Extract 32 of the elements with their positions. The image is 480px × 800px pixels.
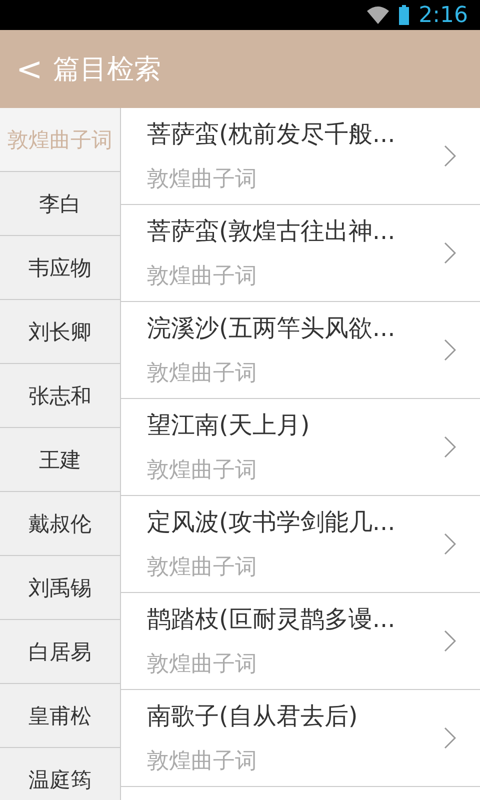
chevron-icon <box>444 630 456 652</box>
chevron-icon <box>444 533 456 555</box>
poem-row[interactable]: 定风波(攻书学剑能几... 敦煌曲子词 <box>121 496 480 593</box>
poem-row[interactable]: 望江南(天上月) 敦煌曲子词 <box>121 399 480 496</box>
wifi-icon <box>366 6 389 24</box>
chevron-icon <box>444 145 456 167</box>
chevron-icon <box>444 727 456 749</box>
poem-row[interactable]: 浣溪沙(五两竿头风欲... 敦煌曲子词 <box>121 302 480 399</box>
chevron-icon <box>444 242 456 264</box>
poem-title: 浣溪沙(五两竿头风欲... <box>147 313 396 344</box>
poem-title: 望江南(天上月) <box>147 410 311 441</box>
poem-title: 菩萨蛮(敦煌古往出神... <box>147 216 396 247</box>
chevron-icon <box>444 436 456 458</box>
poem-author: 敦煌曲子词 <box>147 651 258 679</box>
poem-title: 南歌子(自从君去后) <box>147 701 359 732</box>
poem-author: 敦煌曲子词 <box>147 748 258 776</box>
poem-title: 鹊踏枝(叵耐灵鹊多谩... <box>147 604 396 635</box>
poem-author: 敦煌曲子词 <box>147 457 258 485</box>
poem-title: 定风波(攻书学剑能几... <box>147 507 396 538</box>
poem-row[interactable]: 鹊踏枝(叵耐灵鹊多谩... 敦煌曲子词 <box>121 593 480 690</box>
chevron-icon <box>444 339 456 361</box>
battery-icon <box>398 5 409 25</box>
poem-author: 敦煌曲子词 <box>147 263 258 291</box>
poem-row[interactable]: 南歌子(自从君去后) 敦煌曲子词 <box>121 690 480 787</box>
status-time: 2:16 <box>418 2 468 28</box>
poem-row[interactable]: 菩萨蛮(敦煌古往出神... 敦煌曲子词 <box>121 205 480 302</box>
page-title: 篇目检索 <box>52 53 161 87</box>
poem-row[interactable]: 菩萨蛮(枕前发尽千般... 敦煌曲子词 <box>121 108 480 205</box>
poem-author: 敦煌曲子词 <box>147 554 258 582</box>
poem-author: 敦煌曲子词 <box>147 360 258 388</box>
poem-author: 敦煌曲子词 <box>147 166 258 194</box>
poem-title: 菩萨蛮(枕前发尽千般... <box>147 119 396 150</box>
